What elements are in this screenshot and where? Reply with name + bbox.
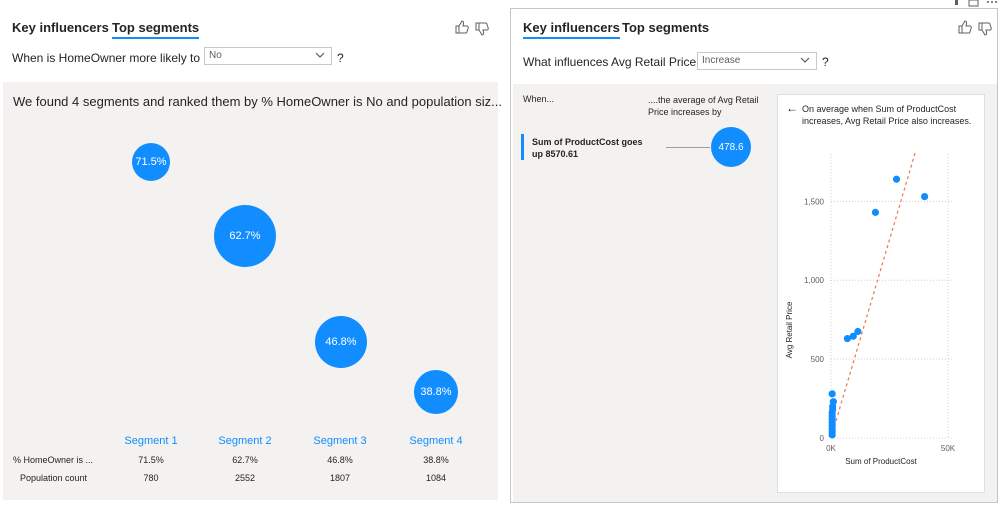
right-help-mark[interactable]: ?: [822, 55, 829, 69]
chevron-down-icon: [315, 52, 325, 58]
y-tick-label: 0: [820, 434, 825, 443]
count-row-label: Population count: [20, 473, 88, 483]
y-tick-label: 1,000: [804, 276, 825, 285]
scatter-point[interactable]: [829, 398, 837, 406]
segment-4-count: 1084: [425, 473, 447, 483]
segment-3-count: 1807: [329, 473, 351, 483]
when-column-header: When...: [523, 94, 555, 104]
right-question-label: What influences Avg Retail Price to: [523, 55, 710, 69]
scatter-chart: 0 500 1,000 1,500 0K 50K Avg Retail Price Su…: [785, 152, 956, 466]
influencer-connector-line: [666, 147, 710, 148]
segment-4-bubble[interactable]: 38.8%: [414, 370, 458, 414]
segment-2-label[interactable]: Segment 2: [200, 435, 290, 447]
back-arrow-icon[interactable]: ←: [786, 101, 798, 115]
segment-1-pct: 71.5%: [138, 455, 164, 465]
x-tick-label: 0K: [826, 444, 836, 453]
x-tick-label: 50K: [941, 444, 956, 453]
segment-2-bubble[interactable]: 62.7%: [214, 205, 276, 267]
pin-icon[interactable]: [952, 0, 962, 6]
segment-2-pct: 62.7%: [232, 455, 258, 465]
segments-summary: We found 4 segments and ranked them by %…: [13, 94, 502, 109]
segment-3-bubble[interactable]: 46.8%: [315, 316, 367, 368]
segment-4-label[interactable]: Segment 4: [391, 435, 481, 447]
gridlines: [830, 154, 954, 439]
thumbs-up-icon[interactable]: [454, 19, 470, 35]
segment-1-count: 780: [143, 473, 159, 483]
influencer-label[interactable]: Sum of ProductCost goes up 8570.61: [532, 136, 650, 160]
left-dropdown-value: No: [209, 50, 222, 61]
chevron-down-icon: [800, 57, 810, 63]
influencer-bubble[interactable]: 478.6: [711, 127, 751, 167]
y-tick-label: 500: [811, 355, 825, 364]
right-outcome-dropdown[interactable]: Increase: [697, 52, 817, 70]
segment-3-label[interactable]: Segment 3: [295, 435, 385, 447]
focus-mode-icon[interactable]: [968, 0, 980, 7]
left-question-label: When is HomeOwner more likely to be: [12, 51, 217, 65]
scatter-point[interactable]: [828, 390, 836, 398]
y-axis-title: Avg Retail Price: [785, 301, 794, 358]
left-help-mark[interactable]: ?: [337, 51, 344, 65]
more-options-icon[interactable]: [986, 0, 1000, 5]
y-tick-label: 1,500: [804, 197, 825, 206]
thumbs-down-icon[interactable]: [474, 21, 490, 37]
detail-description: On average when Sum of ProductCost incre…: [802, 104, 972, 126]
segment-1-label[interactable]: Segment 1: [106, 435, 196, 447]
tab-key-influencers-right[interactable]: Key influencers: [523, 20, 620, 39]
tab-top-segments-right[interactable]: Top segments: [622, 20, 709, 35]
scatter-point[interactable]: [921, 193, 929, 201]
right-dropdown-value: Increase: [702, 55, 741, 66]
average-column-header: ....the average of Avg Retail Price incr…: [648, 95, 759, 117]
thumbs-down-icon[interactable]: [977, 21, 993, 37]
influencer-selected-indicator: [521, 134, 524, 160]
thumbs-up-icon[interactable]: [957, 19, 973, 35]
segment-2-count: 2552: [234, 473, 256, 483]
tab-key-influencers-left[interactable]: Key influencers: [12, 20, 109, 35]
segment-3-pct: 46.8%: [327, 455, 353, 465]
tab-top-segments-left[interactable]: Top segments: [112, 20, 200, 39]
segment-1-bubble[interactable]: 71.5%: [132, 143, 170, 181]
segment-4-pct: 38.8%: [423, 455, 449, 465]
scatter-point[interactable]: [892, 175, 901, 183]
left-outcome-dropdown[interactable]: No: [204, 47, 332, 65]
pct-row-label: % HomeOwner is ...: [13, 455, 94, 465]
trend-line: [830, 152, 916, 439]
x-axis-title: Sum of ProductCost: [845, 457, 917, 466]
scatter-point[interactable]: [871, 208, 880, 216]
scatter-point[interactable]: [854, 327, 862, 336]
